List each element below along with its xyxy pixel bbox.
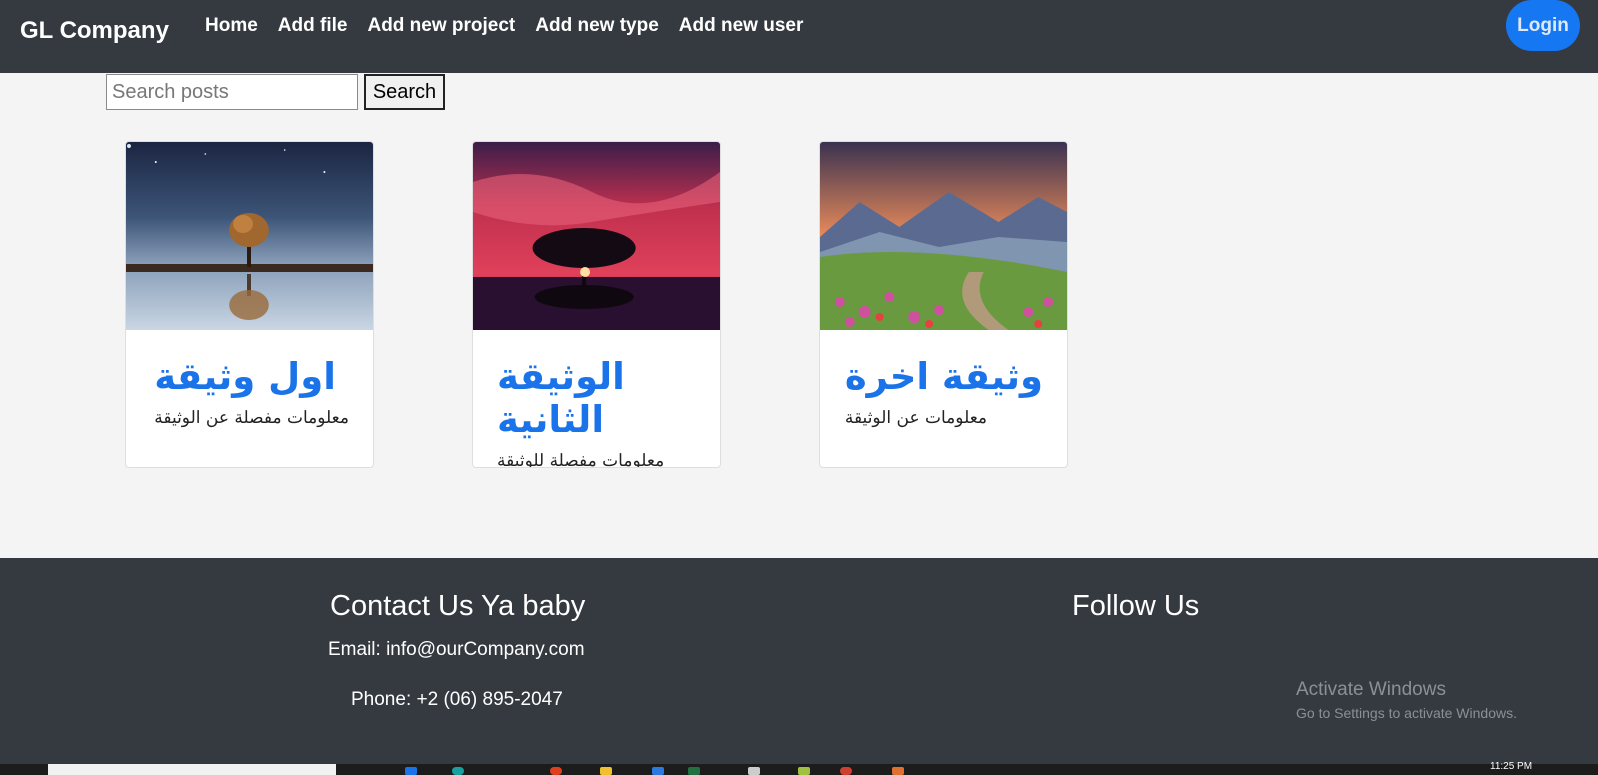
card-text: معلومات مفصلة للوثيقة الثانية (497, 451, 665, 468)
card-title[interactable]: اول وثيقة (154, 355, 336, 398)
activate-windows-watermark: Activate Windows Go to Settings to activ… (1296, 679, 1517, 721)
card-image-flower-valley (820, 142, 1067, 330)
taskbar-app-icon[interactable] (600, 767, 612, 775)
taskbar-app-icon[interactable] (688, 767, 700, 775)
contact-title: Contact Us Ya baby (330, 590, 586, 622)
activate-windows-title: Activate Windows (1296, 679, 1446, 700)
footer: Contact Us Ya baby Email: info@ourCompan… (0, 558, 1598, 764)
card-text: معلومات عن الوثيقة (844, 408, 988, 428)
taskbar-app-icon[interactable] (748, 767, 760, 775)
card-image-tree-reflection (126, 142, 373, 330)
card-title[interactable]: وثيقة اخرة (845, 355, 1043, 398)
card-body: اول وثيقة معلومات مفصلة عن الوثيقة (126, 330, 373, 428)
taskbar-app-icon[interactable] (892, 767, 904, 775)
nav-link-add-file[interactable]: Add file (278, 15, 348, 37)
taskbar-app-icon[interactable] (840, 767, 852, 775)
taskbar-clock[interactable]: 11:25 PM (1490, 761, 1532, 772)
taskbar-search-box[interactable] (48, 764, 336, 775)
card-text: معلومات مفصلة عن الوثيقة (154, 408, 349, 428)
card-image-red-sky-tree (473, 142, 720, 330)
nav-link-home[interactable]: Home (205, 15, 258, 37)
taskbar-app-icon[interactable] (550, 767, 562, 775)
login-button[interactable]: Login (1506, 0, 1580, 51)
nav-link-add-new-user[interactable]: Add new user (679, 15, 804, 37)
navbar: GL Company Home Add file Add new project… (0, 0, 1598, 73)
nav-links: Home Add file Add new project Add new ty… (205, 15, 823, 37)
search-form: Search (106, 74, 445, 110)
taskbar-app-icon[interactable] (652, 767, 664, 775)
brand-logo[interactable]: GL Company (20, 17, 169, 45)
card-content: اول وثيقة معلومات مفصلة عن الوثيقة (154, 355, 349, 428)
card-content: الوثيقة الثانية معلومات مفصلة للوثيقة ال… (497, 355, 696, 468)
card-body: الوثيقة الثانية معلومات مفصلة للوثيقة ال… (473, 330, 720, 468)
taskbar-app-icon[interactable] (405, 767, 417, 775)
nav-link-add-new-type[interactable]: Add new type (535, 15, 659, 37)
search-input[interactable] (106, 74, 358, 110)
document-card[interactable]: وثيقة اخرة معلومات عن الوثيقة (819, 141, 1068, 468)
contact-email: Email: info@ourCompany.com (328, 639, 585, 660)
taskbar: 11:25 PM (0, 761, 1598, 775)
taskbar-app-icon[interactable] (798, 767, 810, 775)
contact-phone: Phone: +2 (06) 895-2047 (351, 689, 563, 710)
nav-link-add-new-project[interactable]: Add new project (367, 15, 515, 37)
search-button[interactable]: Search (364, 74, 445, 110)
follow-title: Follow Us (1072, 590, 1200, 622)
document-card[interactable]: الوثيقة الثانية معلومات مفصلة للوثيقة ال… (472, 141, 721, 468)
document-card[interactable]: اول وثيقة معلومات مفصلة عن الوثيقة (125, 141, 374, 468)
card-content: وثيقة اخرة معلومات عن الوثيقة (845, 355, 1043, 428)
card-title[interactable]: الوثيقة الثانية (497, 355, 696, 441)
card-body: وثيقة اخرة معلومات عن الوثيقة (820, 330, 1067, 428)
taskbar-app-icon[interactable] (452, 767, 464, 775)
activate-windows-subtitle: Go to Settings to activate Windows. (1296, 705, 1517, 721)
